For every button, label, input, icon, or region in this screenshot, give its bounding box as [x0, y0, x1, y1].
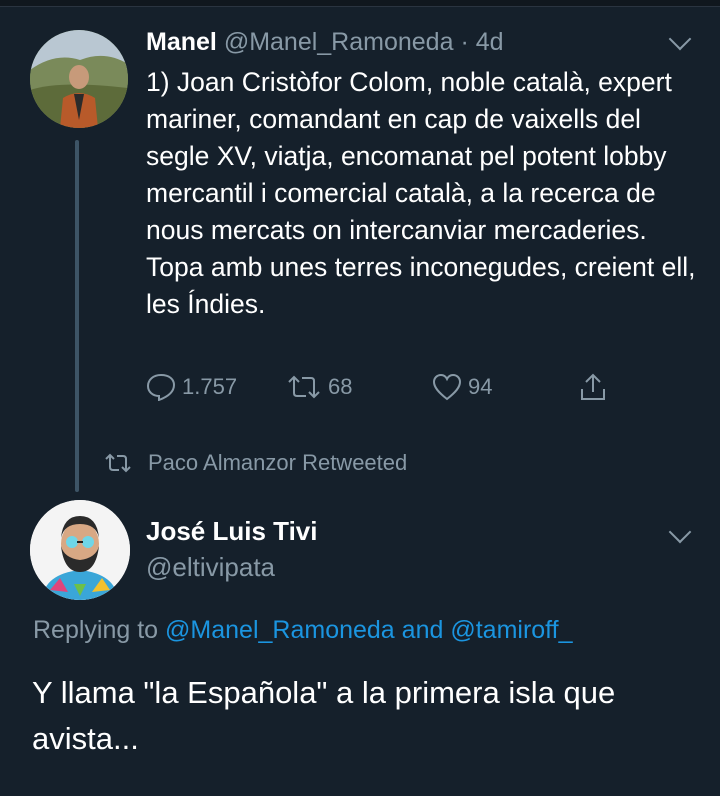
reply-icon — [146, 373, 176, 401]
tweet-actions: 1.757 68 94 — [146, 370, 666, 404]
tweet-text: 1) Joan Cristòfor Colom, noble català, e… — [146, 67, 696, 319]
like-button[interactable]: 94 — [432, 370, 492, 404]
tweet-time[interactable]: 4d — [476, 28, 504, 56]
thread-line — [75, 140, 79, 492]
replying-prefix: Replying to — [33, 616, 159, 644]
tweet-text: Y llama "la Española" a la primera isla … — [32, 675, 616, 756]
retweeted-label: Paco Almanzor Retweeted — [148, 450, 408, 475]
reply-count: 1.757 — [182, 374, 238, 399]
author-handle[interactable]: @eltivipata — [146, 552, 275, 583]
heart-icon — [432, 373, 462, 401]
mention-link[interactable]: @Manel_Ramoneda — [165, 616, 395, 644]
and-word: and — [401, 616, 444, 644]
author-name[interactable]: José Luis Tivi — [146, 516, 317, 547]
chevron-down-icon[interactable] — [668, 520, 692, 544]
retweet-icon — [105, 453, 131, 473]
retweet-icon — [288, 375, 320, 399]
retweeted-notice[interactable]: Paco Almanzor Retweeted — [104, 448, 407, 478]
reply-button[interactable]: 1.757 — [146, 370, 237, 404]
author-name[interactable]: Manel — [146, 28, 217, 56]
tweet-header: Manel @Manel_Ramoneda · 4d — [146, 28, 504, 57]
mention-link[interactable]: @tamiroff_ — [450, 616, 572, 644]
author-handle[interactable]: @Manel_Ramoneda — [224, 28, 454, 56]
share-icon — [581, 373, 605, 400]
like-count: 94 — [468, 374, 493, 399]
avatar[interactable] — [30, 500, 130, 600]
top-divider — [0, 0, 720, 7]
chevron-down-icon[interactable] — [668, 27, 692, 51]
replying-to: Replying to @Manel_Ramoneda and @tamirof… — [33, 616, 573, 645]
avatar[interactable] — [30, 30, 128, 128]
retweet-count: 68 — [328, 374, 353, 399]
dot-separator: · — [460, 28, 469, 56]
share-button[interactable] — [578, 370, 608, 404]
retweet-button[interactable]: 68 — [286, 370, 352, 404]
